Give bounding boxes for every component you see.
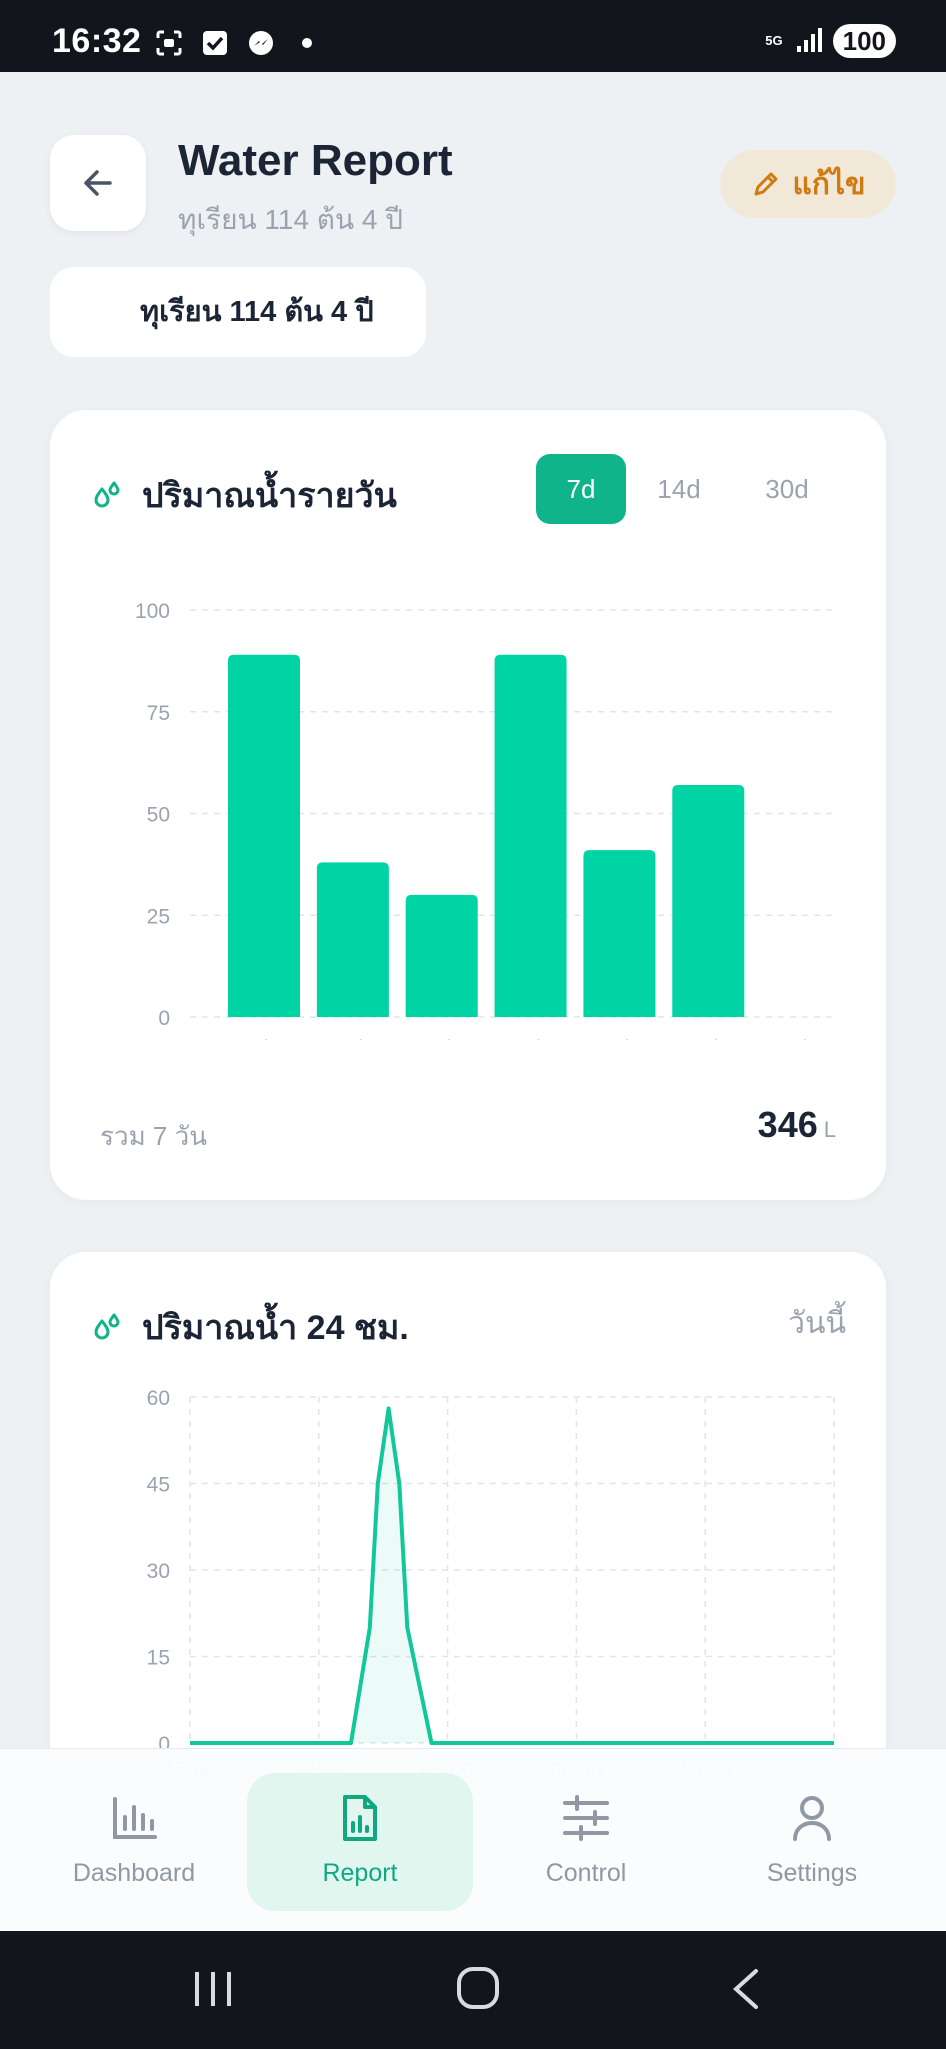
edit-button-label: แก้ไข — [792, 167, 866, 201]
total-label: รวม 7 วัน — [100, 1121, 207, 1151]
x-tick-label: 9/4 — [249, 1037, 279, 1040]
screenshot-icon — [156, 30, 182, 56]
arrow-left-icon — [84, 170, 112, 196]
page-subtitle: ทุเรียน 114 ต้น 4 ปี — [178, 204, 404, 235]
nav-report-label: Report — [322, 1859, 398, 1887]
y-tick-label: 60 — [147, 1387, 170, 1410]
daily-water-card: ปริมาณน้ำรายวัน 7d 14d 30d 0 25 50 75 100 9/4… — [50, 410, 886, 1200]
tab-7d[interactable]: 7d — [536, 454, 626, 524]
back-button[interactable] — [50, 135, 146, 231]
y-tick-label: 25 — [147, 905, 170, 928]
bar-chart-icon — [113, 1797, 157, 1839]
pencil-icon — [754, 172, 778, 196]
series-line — [190, 1406, 834, 1745]
water-drops-icon — [94, 1313, 120, 1340]
x-tick-label: 10/4 — [332, 1037, 373, 1040]
network-type: 5G — [765, 33, 783, 48]
water-drops-icon — [94, 481, 120, 508]
daily-card-title: ปริมาณน้ำรายวัน — [142, 477, 397, 515]
messenger-icon — [249, 31, 273, 55]
x-tick-label: 14/4 — [688, 1037, 729, 1040]
total-value: 346 L — [758, 1104, 836, 1146]
back-nav-icon[interactable] — [733, 1969, 758, 2009]
bar[interactable] — [316, 862, 389, 1017]
y-tick-label: 15 — [147, 1647, 170, 1670]
daily-bar-chart: 0 25 50 75 100 9/4 10/4 11/4 12/4 13/4 14/4 15/4 — [135, 600, 832, 1040]
page-title: Water Report — [178, 136, 453, 185]
zone-selector-chip[interactable]: ทุเรียน 114 ต้น 4 ปี — [50, 267, 426, 357]
system-nav-icons — [195, 1967, 758, 2009]
x-tick-label: 12/4 — [510, 1037, 551, 1040]
x-tick-label: 13/4 — [599, 1037, 640, 1040]
signal-icon — [796, 28, 822, 52]
battery-indicator: 100 — [832, 24, 896, 58]
sliders-icon — [563, 1795, 609, 1841]
tab-30d[interactable]: 30d — [732, 454, 842, 524]
nav-dashboard-label: Dashboard — [72, 1859, 196, 1887]
bar[interactable] — [405, 894, 478, 1017]
x-tick-label: 15/4 — [777, 1037, 818, 1040]
x-tick-label: 11/4 — [422, 1037, 462, 1040]
y-tick-label: 45 — [147, 1474, 170, 1497]
bar[interactable] — [583, 850, 656, 1017]
y-tick-label: 0 — [158, 1007, 170, 1030]
y-tick-label: 100 — [135, 600, 170, 623]
bar[interactable] — [494, 654, 567, 1017]
report-icon — [343, 1795, 377, 1841]
bar[interactable] — [672, 785, 745, 1017]
nav-settings-label: Settings — [766, 1859, 858, 1887]
y-tick-label: 75 — [147, 702, 170, 725]
recent-apps-icon[interactable] — [195, 1972, 231, 2006]
status-bar: 16:32 5G 100 — [0, 0, 946, 72]
bar[interactable] — [228, 654, 300, 1017]
y-tick-label: 30 — [147, 1560, 170, 1583]
nav-settings[interactable]: Settings — [699, 1773, 925, 1911]
total-number: 346 — [757, 1104, 818, 1145]
hourly-card-title: ปริมาณน้ำ 24 ชม. — [142, 1309, 409, 1347]
area-fill — [190, 1408, 834, 1743]
home-icon[interactable] — [457, 1967, 499, 2009]
y-tick-label: 50 — [147, 804, 170, 827]
status-time: 16:32 — [52, 22, 142, 60]
nav-report[interactable]: Report — [247, 1773, 473, 1911]
range-tabs: 7d 14d 30d — [536, 454, 842, 524]
checkbox-icon — [203, 31, 227, 55]
bottom-nav: Dashboard Report Control Settings — [0, 1748, 946, 1931]
user-icon — [793, 1796, 831, 1841]
system-nav-bar — [0, 1931, 946, 2049]
nav-control-label: Control — [545, 1859, 627, 1887]
nav-control[interactable]: Control — [473, 1773, 699, 1911]
total-unit: L — [823, 1117, 836, 1142]
tab-14d[interactable]: 14d — [634, 454, 724, 524]
nav-dashboard[interactable]: Dashboard — [21, 1773, 247, 1911]
edit-button[interactable]: แก้ไข — [720, 150, 896, 218]
today-label[interactable]: วันนี้ — [788, 1300, 846, 1347]
dot-icon — [302, 38, 312, 48]
